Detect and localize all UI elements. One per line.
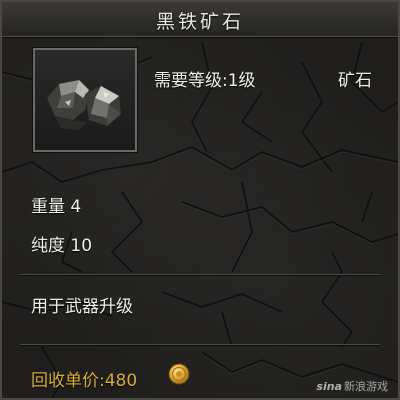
item-weight: 重量 4 — [31, 197, 82, 217]
item-purity: 纯度 10 — [31, 236, 93, 256]
sell-price: 回收单价:480 — [31, 371, 138, 391]
divider — [20, 274, 380, 275]
watermark-text: 新浪游戏 — [344, 380, 388, 393]
required-level: 需要等级:1级 — [154, 71, 256, 91]
watermark-brand: sina — [316, 380, 342, 393]
gold-coin-icon — [168, 363, 190, 385]
item-type: 矿石 — [338, 71, 372, 91]
watermark: sina 新浪游戏 — [316, 378, 388, 394]
tooltip-title-bar: 黑铁矿石 — [2, 2, 398, 37]
item-name: 黑铁矿石 — [155, 11, 244, 33]
item-description: 用于武器升级 — [31, 297, 133, 317]
item-tooltip: 黑铁矿石 需要等级:1级 矿石 重量 4 纯度 10 用于武器升级 回收单价:4… — [0, 0, 400, 400]
item-icon-slot — [33, 48, 137, 152]
divider — [20, 344, 380, 345]
ore-icon — [35, 50, 135, 150]
